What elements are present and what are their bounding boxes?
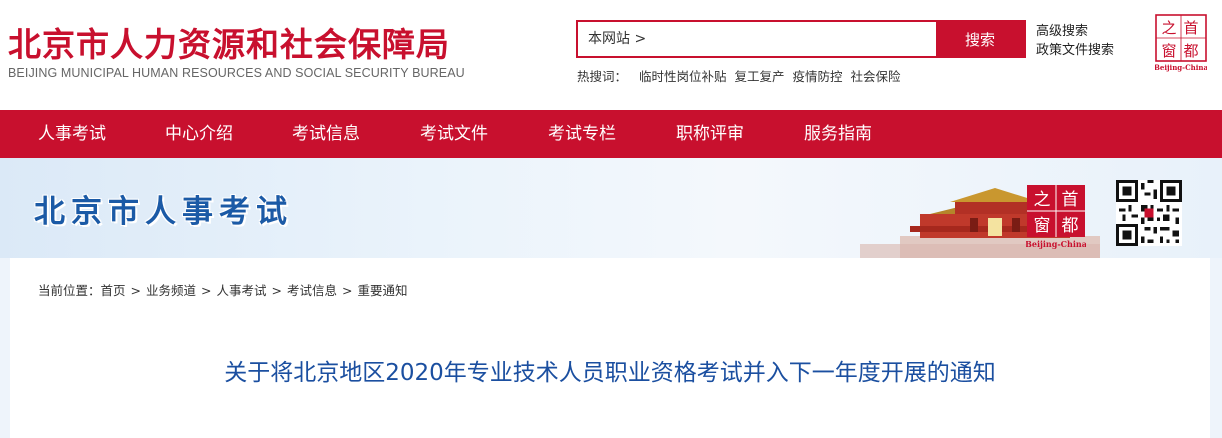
banner-title: 北京市人事考试: [34, 194, 293, 230]
seal-char: 之: [1161, 19, 1176, 37]
nav-item[interactable]: 人事考试: [38, 110, 106, 158]
breadcrumb-label: 当前位置：: [38, 283, 101, 298]
capital-window-seal-logo[interactable]: 首 都 之 窗 Beijing-China: [1155, 14, 1207, 72]
hot-search: 热搜词： 临时性岗位补贴 复工复产 疫情防控 社会保险: [577, 66, 905, 85]
content-panel: 当前位置：首页 > 业务频道 > 人事考试 > 考试信息 > 重要通知 关于将北京地区2020年…: [10, 258, 1210, 438]
breadcrumb-separator: >: [342, 283, 353, 298]
hot-search-term[interactable]: 疫情防控: [793, 69, 843, 84]
policy-search-link[interactable]: 政策文件搜索: [1036, 41, 1114, 60]
search-input[interactable]: [578, 22, 936, 56]
main-nav: 人事考试 中心介绍 考试信息 考试文件 考试专栏 职称评审 服务指南: [0, 110, 1222, 158]
seal-char: 窗: [1034, 216, 1051, 236]
nav-item[interactable]: 中心介绍: [165, 110, 233, 158]
search-box: 搜索: [576, 20, 1026, 58]
nav-item[interactable]: 考试专栏: [548, 110, 616, 158]
breadcrumb-item[interactable]: 考试信息: [287, 283, 337, 298]
nav-item[interactable]: 服务指南: [804, 110, 872, 158]
breadcrumb-item[interactable]: 首页: [101, 283, 126, 298]
breadcrumb: 当前位置：首页 > 业务频道 > 人事考试 > 考试信息 > 重要通知: [38, 280, 408, 299]
breadcrumb-separator: >: [271, 283, 283, 298]
seal-char: 窗: [1161, 42, 1176, 60]
advanced-search-link[interactable]: 高级搜索: [1036, 22, 1114, 41]
banner: 北京市人事考试 首 都 之 窗 Beijing-China: [0, 158, 1222, 258]
site-title[interactable]: 北京市人力资源和社会保障局: [8, 18, 450, 66]
seal-caption: Beijing-China: [1026, 239, 1086, 249]
nav-item[interactable]: 考试文件: [420, 110, 488, 158]
seal-char: 首: [1183, 19, 1198, 37]
hot-search-label: 热搜词：: [577, 69, 628, 84]
hot-search-term[interactable]: 临时性岗位补贴: [639, 69, 727, 84]
seal-caption: Beijing-China: [1155, 63, 1207, 72]
breadcrumb-separator: >: [201, 283, 212, 298]
seal-char: 都: [1062, 216, 1079, 236]
capital-window-banner-logo: 首 都 之 窗 Beijing-China: [1026, 185, 1086, 249]
site-subtitle: BEIJING MUNICIPAL HUMAN RESOURCES AND SO…: [8, 66, 465, 80]
search-links: 高级搜索 政策文件搜索: [1036, 22, 1114, 60]
site-header: 北京市人力资源和社会保障局 BEIJING MUNICIPAL HUMAN RE…: [0, 0, 1222, 110]
breadcrumb-item[interactable]: 人事考试: [217, 283, 267, 298]
breadcrumb-separator: >: [130, 283, 142, 298]
page: 北京市人力资源和社会保障局 BEIJING MUNICIPAL HUMAN RE…: [0, 0, 1222, 438]
article-title: 关于将北京地区2020年专业技术人员职业资格考试并入下一年度开展的通知: [224, 360, 996, 386]
breadcrumb-item[interactable]: 业务频道: [146, 283, 196, 298]
seal-char: 首: [1062, 190, 1079, 210]
hot-search-term[interactable]: 社会保险: [851, 69, 901, 84]
seal-char: 之: [1034, 190, 1051, 210]
search-button[interactable]: 搜索: [936, 22, 1024, 56]
qr-code-icon: [1116, 180, 1182, 246]
hot-search-term[interactable]: 复工复产: [735, 69, 785, 84]
seal-char: 都: [1183, 42, 1198, 60]
breadcrumb-item[interactable]: 重要通知: [358, 283, 408, 298]
nav-item[interactable]: 职称评审: [676, 110, 744, 158]
nav-item[interactable]: 考试信息: [292, 110, 360, 158]
